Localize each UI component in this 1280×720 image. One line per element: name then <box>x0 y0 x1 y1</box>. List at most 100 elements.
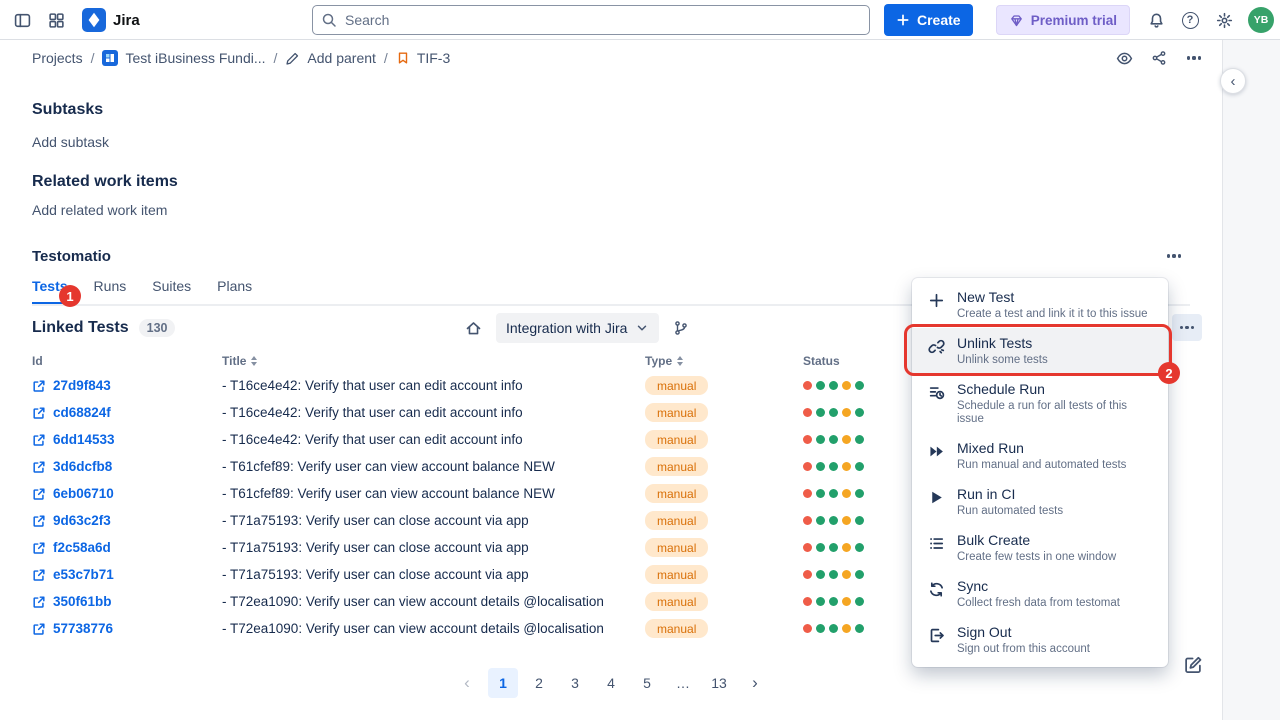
external-link-icon[interactable] <box>32 568 46 582</box>
annotation-step-1: 1 <box>59 285 81 307</box>
test-id-link[interactable]: f2c58a6d <box>53 540 111 555</box>
page-button-1[interactable]: 1 <box>488 668 518 698</box>
test-title: - T16ce4e42: Verify that user can edit a… <box>222 432 645 447</box>
app-switcher-button[interactable] <box>40 4 72 36</box>
notifications-button[interactable] <box>1140 4 1172 36</box>
test-id-link[interactable]: cd68824f <box>53 405 111 420</box>
sort-icon <box>677 356 683 366</box>
menu-item-unlink-tests[interactable]: Unlink TestsUnlink some tests <box>912 328 1168 374</box>
watch-button[interactable] <box>1108 42 1140 74</box>
pagination: ‹12345…13› <box>32 668 1190 698</box>
external-link-icon[interactable] <box>32 433 46 447</box>
menu-item-run-in-ci[interactable]: Run in CIRun automated tests <box>912 479 1168 525</box>
test-id-link[interactable]: 27d9f843 <box>53 378 111 393</box>
project-avatar-icon <box>102 50 118 66</box>
menu-item-sign-out[interactable]: Sign OutSign out from this account <box>912 617 1168 663</box>
share-button[interactable] <box>1143 42 1175 74</box>
tab-plans[interactable]: Plans <box>217 278 252 304</box>
column-header-type[interactable]: Type <box>645 354 803 368</box>
sign-out-icon <box>928 627 945 644</box>
top-navigation-bar: Jira Create Premium trial ? YB <box>0 0 1280 40</box>
test-id-link[interactable]: 6eb06710 <box>53 486 114 501</box>
jira-logo[interactable]: Jira <box>82 8 140 32</box>
test-id-link[interactable]: 9d63c2f3 <box>53 513 111 528</box>
add-subtask-button[interactable]: Add subtask <box>32 132 1190 152</box>
related-work-items-title: Related work items <box>32 172 1190 192</box>
schedule-run-icon <box>928 384 945 401</box>
menu-item-schedule-run[interactable]: Schedule RunSchedule a run for all tests… <box>912 374 1168 433</box>
menu-item-mixed-run[interactable]: Mixed RunRun manual and automated tests <box>912 433 1168 479</box>
chevron-down-icon <box>635 321 649 335</box>
help-icon: ? <box>1182 12 1199 29</box>
tab-suites[interactable]: Suites <box>152 278 191 304</box>
external-link-icon[interactable] <box>32 406 46 420</box>
external-link-icon[interactable] <box>32 514 46 528</box>
external-link-icon[interactable] <box>32 622 46 636</box>
linked-tests-more-button[interactable] <box>1172 314 1202 341</box>
test-id-link[interactable]: 3d6dcfb8 <box>53 459 112 474</box>
menu-item-sync[interactable]: SyncCollect fresh data from testomat <box>912 571 1168 617</box>
create-button[interactable]: Create <box>884 4 973 36</box>
page-next-button[interactable]: › <box>740 668 770 698</box>
gem-icon <box>1009 13 1024 28</box>
page-button-3[interactable]: 3 <box>560 668 590 698</box>
actions-menu: New TestCreate a test and link it it to … <box>912 278 1168 667</box>
testomatio-more-button[interactable] <box>1158 240 1190 272</box>
linked-tests-count-badge: 130 <box>139 319 176 337</box>
external-link-icon[interactable] <box>32 541 46 555</box>
share-icon <box>1151 50 1167 66</box>
menu-item-new-test[interactable]: New TestCreate a test and link it it to … <box>912 282 1168 328</box>
page-button-4[interactable]: 4 <box>596 668 626 698</box>
add-parent-button[interactable]: Add parent <box>285 50 376 66</box>
settings-button[interactable] <box>1208 4 1240 36</box>
breadcrumb-separator: / <box>384 50 388 66</box>
subtasks-title: Subtasks <box>32 100 1190 120</box>
issue-key[interactable]: TIF-3 <box>396 50 450 66</box>
home-icon <box>465 320 482 337</box>
branch-button[interactable] <box>667 314 695 342</box>
column-header-title[interactable]: Title <box>222 354 645 368</box>
test-title: - T72ea1090: Verify user can view accoun… <box>222 621 645 636</box>
test-id-link[interactable]: e53c7b71 <box>53 567 114 582</box>
page-button-5[interactable]: 5 <box>632 668 662 698</box>
test-type-badge: manual <box>645 376 708 395</box>
tab-runs[interactable]: Runs <box>94 278 127 304</box>
premium-trial-button[interactable]: Premium trial <box>996 5 1130 35</box>
eye-icon <box>1116 50 1133 67</box>
page-button-13[interactable]: 13 <box>704 668 734 698</box>
user-avatar[interactable]: YB <box>1248 7 1274 33</box>
sidebar-toggle-button[interactable] <box>6 4 38 36</box>
external-link-icon[interactable] <box>32 460 46 474</box>
test-id-link[interactable]: 350f61bb <box>53 594 112 609</box>
collapse-panel-button[interactable]: ‹ <box>1220 68 1246 94</box>
search-input[interactable] <box>312 5 870 35</box>
home-button[interactable] <box>458 313 488 343</box>
feedback-button[interactable] <box>1178 650 1208 680</box>
test-type-badge: manual <box>645 592 708 611</box>
column-header-id: Id <box>32 354 222 368</box>
test-id-link[interactable]: 6dd14533 <box>53 432 115 447</box>
test-id-link[interactable]: 57738776 <box>53 621 113 636</box>
menu-item-bulk-create[interactable]: Bulk CreateCreate few tests in one windo… <box>912 525 1168 571</box>
external-link-icon[interactable] <box>32 595 46 609</box>
run-ci-icon <box>928 489 945 506</box>
more-icon <box>1180 326 1195 329</box>
app-switcher-icon <box>48 12 65 29</box>
breadcrumb-project[interactable]: Test iBusiness Fundi... <box>102 50 265 66</box>
add-related-work-item-button[interactable]: Add related work item <box>32 200 1190 220</box>
test-title: - T71a75193: Verify user can close accou… <box>222 540 645 555</box>
test-type-badge: manual <box>645 484 708 503</box>
page-ellipsis: … <box>668 668 698 698</box>
integration-selector[interactable]: Integration with Jira <box>496 313 659 343</box>
external-link-icon[interactable] <box>32 379 46 393</box>
more-actions-button[interactable] <box>1178 42 1210 74</box>
test-title: - T16ce4e42: Verify that user can edit a… <box>222 405 645 420</box>
page-prev-button[interactable]: ‹ <box>452 668 482 698</box>
breadcrumb-projects[interactable]: Projects <box>32 50 83 66</box>
test-title: - T71a75193: Verify user can close accou… <box>222 513 645 528</box>
plus-icon <box>928 292 945 309</box>
external-link-icon[interactable] <box>32 487 46 501</box>
testomatio-title: Testomatio <box>32 248 111 265</box>
help-button[interactable]: ? <box>1174 4 1206 36</box>
page-button-2[interactable]: 2 <box>524 668 554 698</box>
